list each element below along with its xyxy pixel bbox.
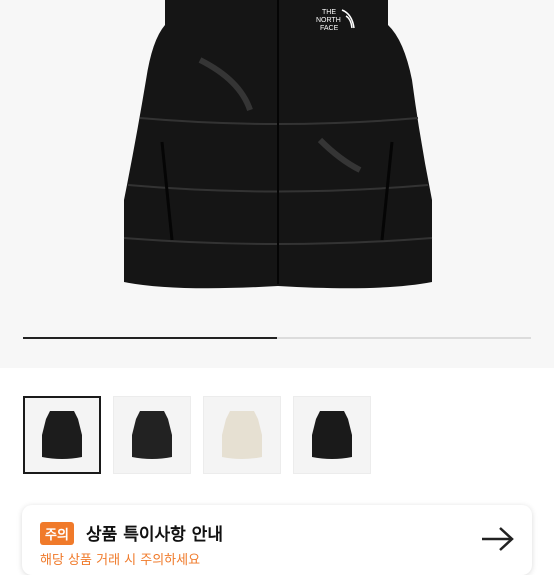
- vest-thumbnail-icon: [312, 411, 352, 459]
- vest-thumbnail-icon: [42, 411, 82, 459]
- vest-illustration: THE NORTH FACE: [123, 0, 433, 289]
- product-notice-card[interactable]: 주의 상품 특이사항 안내 해당 상품 거래 시 주의하세요: [22, 505, 532, 575]
- gallery-progress-track: [23, 337, 531, 339]
- notice-subtitle: 해당 상품 거래 시 주의하세요: [40, 553, 201, 568]
- brand-logo-line1: THE: [322, 9, 336, 16]
- notice-title: 상품 특이사항 안내: [86, 525, 223, 545]
- thumbnail-strip: [23, 396, 371, 474]
- vest-thumbnail-icon: [222, 411, 262, 459]
- thumbnail[interactable]: [113, 396, 191, 474]
- brand-logo-line3: FACE: [320, 25, 339, 32]
- brand-logo-line2: NORTH: [316, 17, 341, 24]
- thumbnail[interactable]: [23, 396, 101, 474]
- arrow-right-icon[interactable]: [480, 525, 516, 553]
- gallery-progress-fill: [23, 337, 277, 339]
- thumbnail[interactable]: [203, 396, 281, 474]
- thumbnail[interactable]: [293, 396, 371, 474]
- product-image[interactable]: THE NORTH FACE: [0, 0, 554, 368]
- warning-badge: 주의: [40, 522, 74, 545]
- vest-thumbnail-icon: [132, 411, 172, 459]
